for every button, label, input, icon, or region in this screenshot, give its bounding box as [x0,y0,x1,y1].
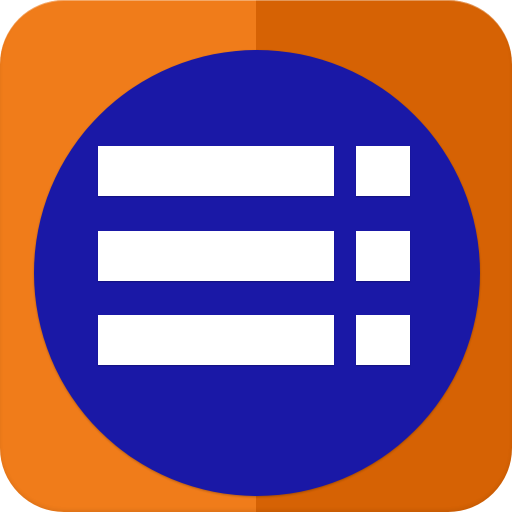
list-bullet-3 [356,315,410,365]
list-bullet-1 [356,146,410,196]
list-line-3 [98,315,334,365]
list-line-2 [98,231,334,281]
list-bullet-2 [356,231,410,281]
list-line-1 [98,146,334,196]
app-icon[interactable] [0,0,512,512]
